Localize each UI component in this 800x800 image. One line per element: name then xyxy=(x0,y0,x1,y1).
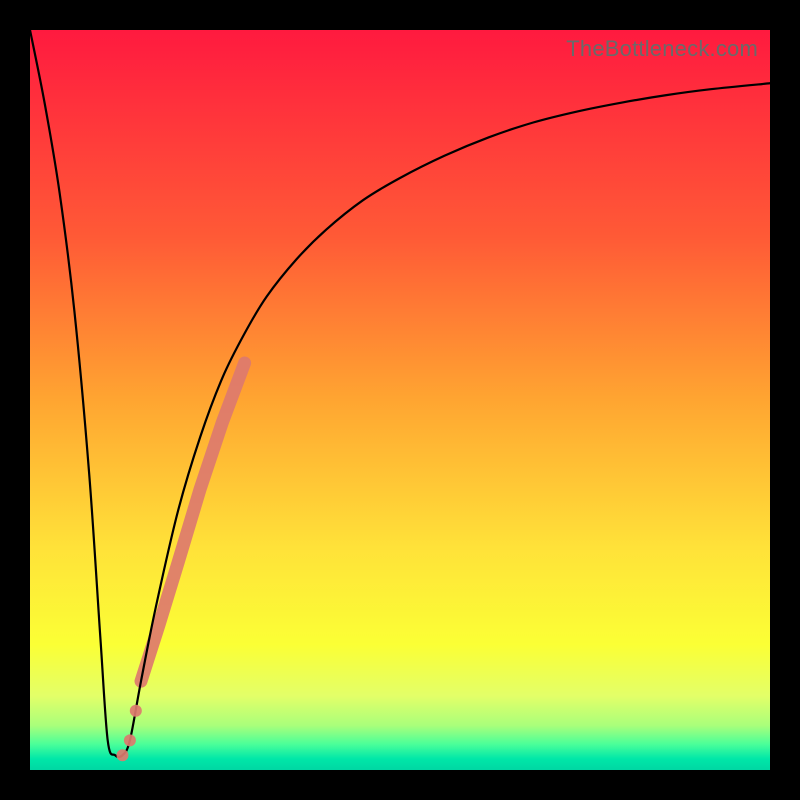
marker-segment xyxy=(141,363,245,681)
bottleneck-curve xyxy=(30,30,770,757)
plot-area: TheBottleneck.com xyxy=(30,30,770,770)
marker-dots xyxy=(117,705,142,761)
watermark-text: TheBottleneck.com xyxy=(566,36,758,62)
chart-svg xyxy=(30,30,770,770)
chart-frame: TheBottleneck.com xyxy=(0,0,800,800)
